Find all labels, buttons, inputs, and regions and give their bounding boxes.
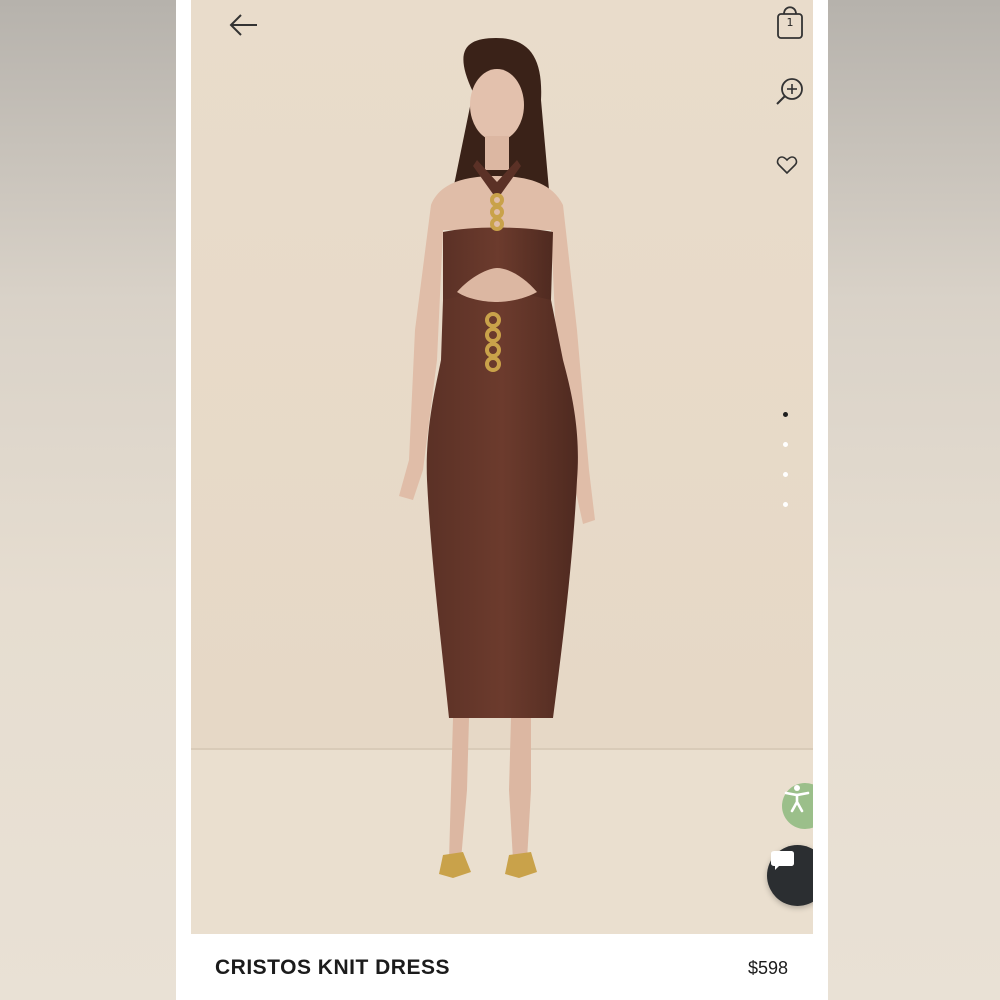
product-price: $598 [747,958,788,978]
carousel-dot-2[interactable] [783,442,788,447]
product-name: CRISTOS KNIT DRESS [215,956,450,979]
zoom-in-icon [776,78,803,105]
chat-bubble-icon [771,851,794,870]
arrow-left-icon [229,14,257,36]
product-photo-illustration [191,0,813,934]
wishlist-button[interactable] [776,154,798,176]
accessibility-icon [784,785,810,813]
bag-count-badge: 1 [786,16,794,29]
product-page: 1 CRISTOS KNIT DRESS $598 [176,0,828,1000]
zoom-button[interactable] [775,76,805,106]
carousel-dot-3[interactable] [783,472,788,477]
carousel-dot-4[interactable] [783,502,788,507]
heart-icon [776,156,798,175]
shopping-bag-button[interactable]: 1 [775,2,805,42]
carousel-indicator [783,412,791,532]
background-left-blur [0,0,176,1000]
back-button[interactable] [227,8,261,42]
carousel-dot-1[interactable] [783,412,788,417]
background-right-blur [828,0,1000,1000]
product-image[interactable]: 1 [191,0,813,934]
